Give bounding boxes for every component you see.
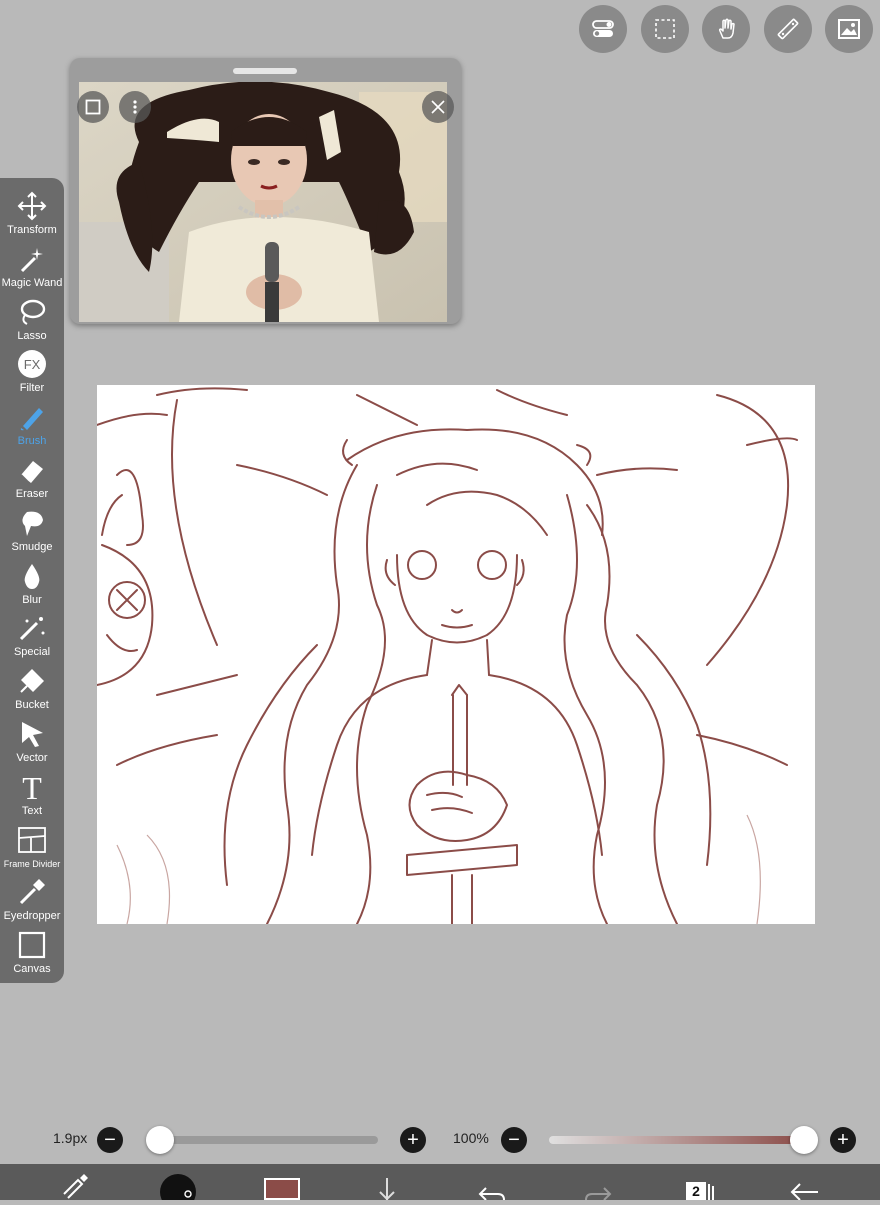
layer-count: 2	[692, 1183, 700, 1199]
opacity-label: 100%	[453, 1130, 489, 1146]
ruler-icon	[777, 18, 799, 40]
brush-size-track[interactable]	[160, 1136, 378, 1144]
back-icon	[790, 1183, 818, 1201]
canvas-icon	[16, 929, 48, 961]
svg-text:T: T	[22, 772, 42, 802]
tool-brush[interactable]: Brush	[0, 397, 64, 450]
tool-lasso[interactable]: Lasso	[0, 292, 64, 345]
tool-label: Eraser	[15, 488, 49, 500]
tool-label: Text	[21, 804, 43, 817]
color-swatch-icon[interactable]	[264, 1178, 300, 1200]
special-icon	[16, 612, 48, 644]
opacity-decrease-button[interactable]: −	[501, 1127, 527, 1153]
eraser-icon	[16, 454, 48, 486]
minus-icon: −	[508, 1129, 520, 1151]
bucket-icon	[16, 665, 48, 697]
smudge-icon	[16, 507, 48, 539]
eyedropper-icon	[16, 876, 48, 908]
minus-icon: −	[104, 1129, 116, 1151]
brush-size-knob[interactable]	[146, 1126, 174, 1154]
ruler-button[interactable]	[764, 5, 812, 53]
reference-close-button[interactable]	[422, 91, 454, 123]
tool-eyedropper[interactable]: Eyedropper	[0, 872, 64, 925]
hand-tool-icon	[718, 18, 735, 39]
tool-label: Filter	[19, 382, 45, 395]
reference-image-button[interactable]	[825, 5, 873, 53]
tool-label: Smudge	[11, 540, 53, 553]
tool-eraser[interactable]: Eraser	[0, 450, 64, 503]
brush-size-increase-button[interactable]: +	[400, 1127, 426, 1153]
drawing-canvas[interactable]	[97, 385, 815, 924]
reference-fit-button[interactable]	[77, 91, 109, 123]
fx-icon: FX	[16, 348, 48, 380]
frame-divider-icon	[16, 824, 48, 856]
selection-icon	[655, 19, 675, 39]
cursor-arrow-icon	[16, 718, 48, 750]
bottom-bar	[0, 1164, 880, 1200]
download-button[interactable]	[372, 1164, 402, 1201]
plus-icon: +	[837, 1129, 849, 1151]
tool-blur[interactable]: Blur	[0, 556, 64, 609]
square-icon	[85, 99, 101, 115]
drop-icon	[16, 560, 48, 592]
line-art-sketch	[97, 387, 798, 924]
tool-transform[interactable]: Transform	[0, 186, 64, 239]
tool-label: Canvas	[13, 963, 51, 976]
tool-magic-wand[interactable]: Magic Wand	[0, 239, 64, 292]
redo-icon	[585, 1187, 612, 1201]
hand-tool-button[interactable]	[702, 5, 750, 53]
tool-label: Blur	[22, 593, 42, 606]
plus-icon: +	[407, 1129, 419, 1151]
lasso-icon	[16, 296, 48, 328]
tool-canvas[interactable]: Canvas	[0, 925, 64, 978]
undo-button[interactable]	[476, 1164, 508, 1201]
brush-preview-icon	[160, 1174, 196, 1205]
back-button[interactable]	[788, 1164, 822, 1201]
svg-text:FX: FX	[24, 357, 41, 372]
tool-label: Transform	[7, 224, 57, 236]
brush-settings-icon	[63, 1174, 88, 1199]
brush-size-decrease-button[interactable]: −	[97, 1127, 123, 1153]
tool-bucket[interactable]: Bucket	[0, 661, 64, 714]
undo-icon	[478, 1187, 505, 1201]
redo-button[interactable]	[582, 1164, 614, 1201]
layers-button[interactable]: 2	[686, 1164, 718, 1200]
toggle-icon	[592, 20, 614, 37]
layers-icon: 2	[686, 1182, 706, 1200]
tool-frame-divider[interactable]: Frame Divider	[0, 820, 64, 873]
tool-panel: Transform Magic Wand Lasso FX Filter Brush Era…	[0, 178, 64, 983]
brush-size-label: 1.9px	[53, 1130, 88, 1146]
text-icon: T	[16, 771, 48, 803]
tool-label: Magic Wand	[1, 276, 63, 289]
tool-label: Eyedropper	[3, 910, 61, 923]
opacity-knob[interactable]	[790, 1126, 818, 1154]
brush-settings-button[interactable]	[58, 1164, 92, 1200]
toggle-button[interactable]	[579, 5, 627, 53]
selection-button[interactable]	[641, 5, 689, 53]
magic-wand-icon	[16, 243, 48, 275]
tool-label: Lasso	[17, 329, 47, 342]
tool-vector[interactable]: Vector	[0, 714, 64, 767]
tool-label: Bucket	[15, 699, 49, 712]
handle-icon[interactable]	[233, 68, 297, 74]
tool-label: Vector	[16, 752, 48, 764]
tool-special[interactable]: Special	[0, 608, 64, 661]
brush-icon	[16, 401, 48, 433]
move-arrows-icon	[16, 190, 48, 222]
tool-label: Special	[13, 646, 51, 659]
download-icon	[379, 1178, 395, 1201]
tool-label: Frame Divider	[3, 858, 61, 869]
close-icon	[431, 100, 445, 114]
tool-text[interactable]: T Text	[0, 767, 64, 820]
opacity-track[interactable]	[549, 1136, 804, 1144]
tool-smudge[interactable]: Smudge	[0, 503, 64, 556]
brush-preview-button[interactable]	[158, 1164, 198, 1205]
reference-window[interactable]	[70, 58, 461, 324]
reference-more-button[interactable]	[119, 91, 151, 123]
opacity-increase-button[interactable]: +	[830, 1127, 856, 1153]
image-icon	[838, 19, 860, 39]
more-icon	[133, 100, 137, 114]
tool-label: Brush	[17, 435, 47, 448]
tool-filter[interactable]: FX Filter	[0, 344, 64, 397]
